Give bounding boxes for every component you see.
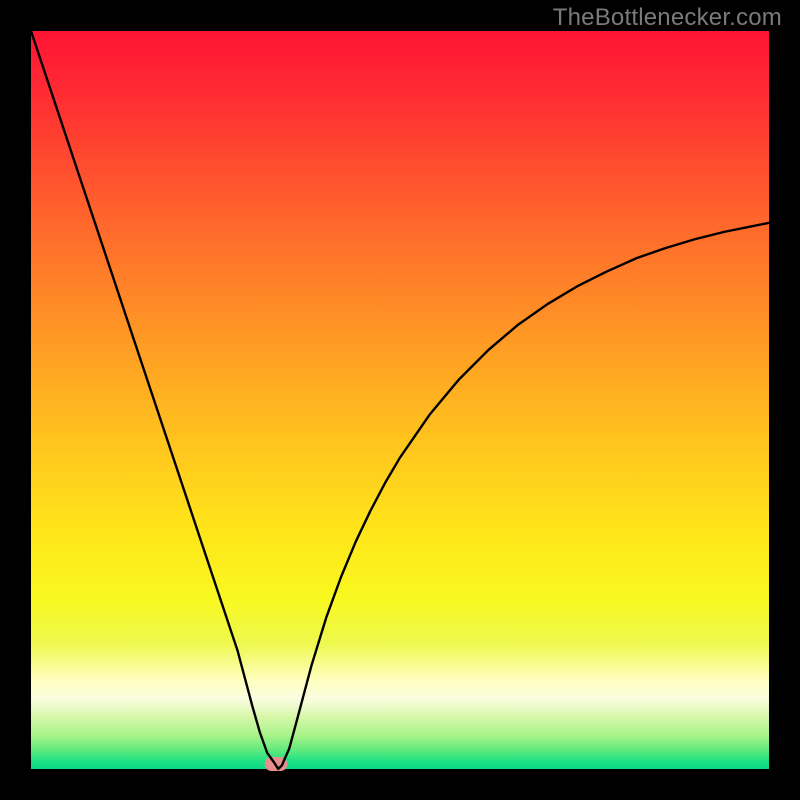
bottleneck-chart (0, 0, 800, 800)
plot-background (31, 31, 769, 769)
chart-frame: TheBottlenecker.com (0, 0, 800, 800)
watermark-text: TheBottlenecker.com (553, 4, 782, 32)
